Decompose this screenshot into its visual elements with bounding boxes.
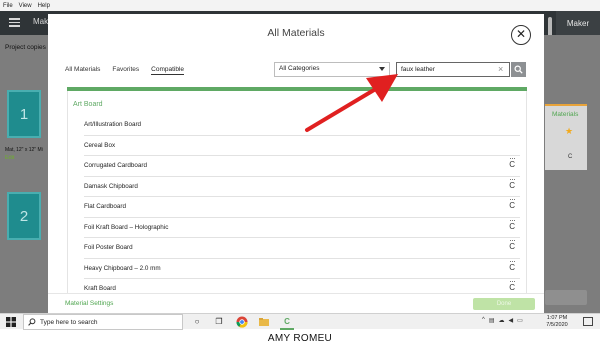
cut-compatibility-icon: C bbox=[509, 158, 515, 169]
taskbar-search-placeholder: Type here to search bbox=[40, 319, 98, 326]
material-name: Cereal Box bbox=[84, 141, 116, 149]
material-tabs: All Materials Favorites Compatible bbox=[65, 66, 185, 75]
cut-compatibility-icon: C bbox=[509, 240, 515, 251]
material-row[interactable]: Foil Kraft Board – Holographic C bbox=[84, 218, 520, 238]
project-copies-label: Project copies bbox=[5, 44, 46, 51]
menu-bar: File View Help bbox=[0, 0, 600, 11]
task-view-icon[interactable]: ❐ bbox=[213, 316, 225, 328]
material-name: Kraft Board bbox=[84, 285, 116, 292]
material-search-input[interactable] bbox=[396, 62, 510, 77]
windows-taskbar: Type here to search ○ ❐ C ^ ▤ ☁ ◀ ▭ 1:07… bbox=[0, 313, 600, 330]
material-row[interactable]: Foil Poster Board C bbox=[84, 238, 520, 259]
material-name: Foil Kraft Board – Holographic bbox=[84, 223, 169, 231]
screenshot-root: { "menu": { "file": "File", "view": "Vie… bbox=[0, 0, 600, 350]
caret-down-icon bbox=[379, 67, 385, 71]
cut-compatibility-icon: C bbox=[509, 281, 515, 292]
material-row[interactable]: Kraft Board C bbox=[84, 279, 520, 293]
right-c-label: C bbox=[568, 154, 573, 160]
right-panel bbox=[541, 35, 600, 313]
mat-thumbnail-2[interactable]: 2 bbox=[7, 192, 41, 240]
notifications-icon[interactable] bbox=[583, 317, 593, 326]
active-app-indicator bbox=[280, 328, 294, 330]
file-explorer-icon[interactable] bbox=[258, 316, 270, 328]
network-icon[interactable]: ▤ bbox=[489, 317, 495, 324]
hamburger-menu-icon[interactable] bbox=[9, 18, 20, 27]
chrome-icon[interactable] bbox=[236, 316, 248, 328]
cricut-design-space-icon[interactable]: C bbox=[281, 316, 293, 328]
materials-list: Art Board Art/Illustration Board Cereal B… bbox=[67, 87, 527, 293]
tab-compatible[interactable]: Compatible bbox=[151, 66, 185, 75]
dialog-title: All Materials bbox=[267, 27, 325, 39]
tab-all-materials[interactable]: All Materials bbox=[65, 66, 100, 75]
keyboard-icon[interactable]: ▭ bbox=[517, 317, 523, 324]
star-icon: ★ bbox=[565, 126, 574, 136]
dialog-footer: Material Settings Done bbox=[48, 293, 544, 313]
clock-time: 1:07 PM bbox=[546, 315, 568, 321]
watermark-credit: AMY ROMEU bbox=[267, 333, 333, 344]
material-row[interactable]: Art/Illustration Board bbox=[84, 115, 520, 136]
mat-thumbnail-1[interactable]: 1 bbox=[7, 90, 41, 138]
section-title: Art Board bbox=[73, 101, 103, 108]
menu-file[interactable]: File bbox=[3, 3, 13, 9]
taskbar-search-box[interactable]: Type here to search bbox=[23, 314, 183, 330]
windows-start-icon[interactable] bbox=[6, 317, 16, 327]
close-icon[interactable]: ✕ bbox=[511, 25, 531, 45]
background-button bbox=[545, 290, 587, 305]
menu-view[interactable]: View bbox=[19, 3, 32, 9]
material-name: Flat Cardboard bbox=[84, 203, 126, 210]
system-tray: ^ ▤ ☁ ◀ ▭ bbox=[482, 317, 523, 324]
materials-label: Materials bbox=[552, 111, 579, 118]
maker-button[interactable]: Maker bbox=[556, 11, 600, 35]
material-name: Foil Poster Board bbox=[84, 244, 133, 251]
material-name: Corrugated Cardboard bbox=[84, 162, 148, 169]
category-select-value: All Categories bbox=[279, 65, 320, 72]
material-row[interactable]: Corrugated Cardboard C bbox=[84, 156, 520, 177]
taskbar-clock[interactable]: 1:07 PM 7/5/2020 bbox=[540, 315, 574, 329]
category-select[interactable]: All Categories bbox=[274, 62, 390, 77]
menu-help[interactable]: Help bbox=[38, 3, 50, 9]
search-icon bbox=[514, 65, 523, 74]
clear-search-icon[interactable]: × bbox=[498, 64, 503, 74]
all-materials-dialog: All Materials ✕ All Materials Favorites … bbox=[48, 14, 544, 313]
material-name: Art/Illustration Board bbox=[84, 121, 142, 128]
mat-label: Mat, 12" x 12" Mi bbox=[5, 147, 43, 153]
material-row[interactable]: Flat Cardboard C bbox=[84, 197, 520, 218]
cut-compatibility-icon: C bbox=[509, 219, 515, 231]
material-row[interactable]: Damask Chipboard C bbox=[84, 177, 520, 197]
volume-icon[interactable]: ◀ bbox=[509, 317, 514, 324]
cut-compatibility-icon: C bbox=[509, 178, 515, 190]
material-name: Damask Chipboard bbox=[84, 182, 138, 190]
material-rows: Art/Illustration Board Cereal Box Corrugat… bbox=[84, 115, 520, 293]
tab-favorites[interactable]: Favorites bbox=[112, 66, 139, 75]
clock-date: 7/5/2020 bbox=[546, 322, 568, 328]
material-name: Heavy Chipboard – 2.0 mm bbox=[84, 264, 161, 272]
cloud-icon[interactable]: ☁ bbox=[499, 317, 505, 324]
search-icon bbox=[28, 318, 36, 326]
mat-edit-link[interactable]: Edit bbox=[5, 155, 14, 161]
search-button[interactable] bbox=[511, 62, 526, 77]
cut-compatibility-icon: C bbox=[509, 260, 515, 272]
cortana-icon[interactable]: ○ bbox=[191, 316, 203, 328]
material-settings-link[interactable]: Material Settings bbox=[65, 300, 113, 307]
mat-preview-panel bbox=[0, 35, 48, 313]
chevron-up-icon[interactable]: ^ bbox=[482, 317, 485, 324]
material-row[interactable]: Heavy Chipboard – 2.0 mm C bbox=[84, 259, 520, 279]
done-button[interactable]: Done bbox=[473, 298, 535, 310]
material-row[interactable]: Cereal Box bbox=[84, 136, 520, 156]
materials-list-panel[interactable]: Art Board Art/Illustration Board Cereal B… bbox=[67, 91, 527, 293]
cut-compatibility-icon: C bbox=[509, 199, 515, 210]
